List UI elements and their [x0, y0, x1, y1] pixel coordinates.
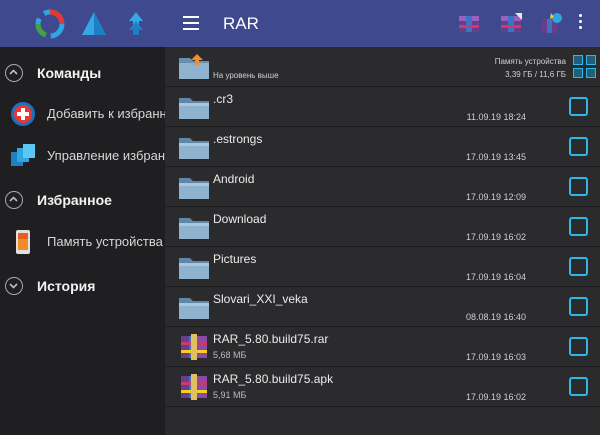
folder-icon — [179, 258, 209, 279]
file-name: Slovari_XXI_veka — [213, 292, 308, 306]
select-checkbox[interactable] — [569, 137, 588, 156]
storage-value: 3,39 ГБ / 11,6 ГБ — [505, 70, 566, 79]
file-date: 17.09.19 13:45 — [465, 152, 526, 162]
folder-icon — [179, 138, 209, 159]
folder-row[interactable]: .estrongs 17.09.19 13:45 — [165, 127, 600, 167]
section-history[interactable]: История — [0, 269, 165, 303]
folder-row[interactable]: Android 17.09.19 12:09 — [165, 167, 600, 207]
app-toolbar: RAR — [165, 0, 600, 47]
file-size: 5,91 МБ — [213, 390, 247, 400]
file-browser: RAR На уровень выше Память устройства 3,… — [165, 0, 600, 435]
triangle-icon[interactable] — [78, 8, 110, 40]
folder-up-icon — [179, 54, 209, 79]
select-all-checkbox[interactable] — [573, 55, 583, 65]
rar-archive-icon — [181, 374, 207, 400]
wizard-icon[interactable] — [538, 11, 564, 37]
folder-icon — [179, 218, 209, 239]
select-checkbox[interactable] — [569, 377, 588, 396]
add-favorite-icon — [11, 102, 35, 126]
folder-row[interactable]: Slovari_XXI_veka 08.08.19 16:40 — [165, 287, 600, 327]
file-name: Pictures — [213, 252, 257, 266]
drawer-item-manage-favorites[interactable]: Управление избранным — [0, 136, 165, 176]
chevron-up-icon — [5, 64, 23, 82]
sync-icon[interactable] — [34, 8, 66, 40]
file-date: 17.09.19 16:02 — [465, 232, 526, 242]
phone-icon — [16, 230, 30, 254]
file-date: 11.09.19 18:24 — [466, 112, 526, 122]
section-commands[interactable]: Команды — [0, 56, 165, 90]
file-name: .estrongs — [213, 132, 263, 146]
page-title: RAR — [223, 14, 259, 33]
chevron-up-icon — [5, 191, 23, 209]
file-date: 17.09.19 16:04 — [465, 272, 526, 282]
file-row[interactable]: RAR_5.80.build75.apk 5,91 МБ 17.09.19 16:0… — [165, 367, 600, 407]
file-name: RAR_5.80.build75.rar — [213, 332, 329, 346]
select-checkbox[interactable] — [569, 297, 588, 316]
navigation-drawer: Команды Добавить к избранному Управление… — [0, 0, 165, 435]
folder-icon — [179, 98, 209, 119]
drawer-item-add-favorite[interactable]: Добавить к избранному — [0, 94, 165, 134]
file-date: 17.09.19 16:02 — [465, 392, 526, 402]
storage-label: Память устройства — [494, 57, 566, 66]
drawer-item-label: Добавить к избранному — [47, 106, 165, 121]
select-checkbox[interactable] — [569, 177, 588, 196]
extract-icon[interactable] — [498, 11, 524, 37]
section-history-label: История — [37, 278, 96, 294]
manage-favorites-icon — [11, 144, 35, 166]
drawer-item-label: Управление избранным — [47, 148, 165, 163]
more-vert-icon[interactable] — [577, 14, 583, 34]
select-checkbox[interactable] — [569, 257, 588, 276]
file-date: 17.09.19 12:09 — [465, 192, 526, 202]
folder-icon — [179, 298, 209, 319]
arrows-up-icon[interactable] — [120, 8, 152, 40]
list-item-up[interactable]: На уровень выше Память устройства 3,39 Г… — [165, 47, 600, 87]
file-row[interactable]: RAR_5.80.build75.rar 5,68 МБ 17.09.19 16:0… — [165, 327, 600, 367]
folder-row[interactable]: Download 17.09.19 16:02 — [165, 207, 600, 247]
archive-icon[interactable] — [456, 11, 482, 37]
up-label: На уровень выше — [213, 71, 279, 80]
drawer-item-label: Память устройства — [47, 234, 163, 249]
menu-icon[interactable] — [183, 16, 199, 30]
file-name: Android — [213, 172, 255, 186]
section-favorites-label: Избранное — [37, 192, 112, 208]
select-all-checkbox[interactable] — [586, 55, 596, 65]
file-size: 5,68 МБ — [213, 350, 247, 360]
select-checkbox[interactable] — [569, 217, 588, 236]
rar-archive-icon — [181, 334, 207, 360]
select-all-checkbox[interactable] — [586, 68, 596, 78]
folder-icon — [179, 178, 209, 199]
file-name: Download — [213, 212, 267, 226]
section-commands-label: Команды — [37, 65, 102, 81]
drawer-header — [0, 0, 165, 47]
select-all-checkbox[interactable] — [573, 68, 583, 78]
file-date: 17.09.19 16:03 — [465, 352, 526, 362]
chevron-down-icon — [5, 277, 23, 295]
file-name: .cr3 — [213, 92, 234, 106]
file-name: RAR_5.80.build75.apk — [213, 372, 334, 386]
select-checkbox[interactable] — [569, 97, 588, 116]
folder-row[interactable]: Pictures 17.09.19 16:04 — [165, 247, 600, 287]
folder-row[interactable]: .cr3 11.09.19 18:24 — [165, 87, 600, 127]
file-date: 08.08.19 16:40 — [465, 312, 526, 322]
drawer-item-device-memory[interactable]: Память устройства — [0, 222, 165, 262]
select-checkbox[interactable] — [569, 337, 588, 356]
section-favorites[interactable]: Избранное — [0, 183, 165, 217]
